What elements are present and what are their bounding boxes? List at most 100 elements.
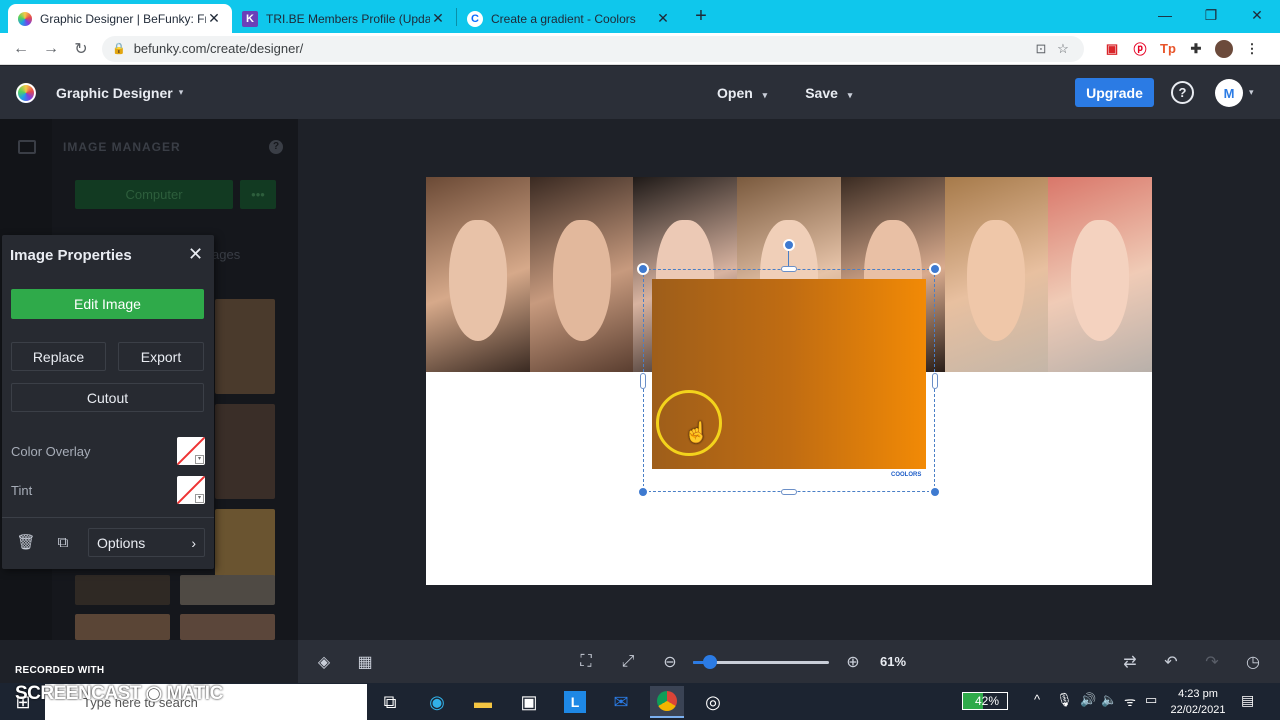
image-thumbnail[interactable] — [75, 614, 170, 640]
image-thumbnail[interactable] — [180, 614, 275, 640]
resize-handle-top[interactable] — [781, 266, 797, 272]
expand-icon[interactable]: ⤢ — [618, 652, 638, 672]
taskbar-clock[interactable]: 4:23 pm 22/02/2021 — [1167, 686, 1229, 718]
minimize-icon[interactable]: — — [1142, 0, 1188, 30]
help-icon[interactable]: ? — [269, 140, 283, 154]
dropdown-icon: ▾ — [195, 455, 204, 464]
new-tab-button[interactable]: + — [687, 3, 715, 31]
file-explorer-icon[interactable]: ▬ — [466, 686, 500, 718]
upgrade-button[interactable]: Upgrade — [1075, 78, 1154, 107]
pinterest-icon[interactable]: ⓟ — [1126, 36, 1154, 62]
undo-icon[interactable]: ↶ — [1161, 652, 1181, 672]
image-thumbnail[interactable] — [215, 299, 275, 394]
history-icon[interactable]: ◷ — [1243, 652, 1263, 672]
close-icon[interactable]: ✕ — [430, 10, 446, 27]
app-title[interactable]: Graphic Designer — [56, 85, 173, 101]
extension-red-icon[interactable]: ▣ — [1098, 36, 1126, 62]
fit-screen-icon[interactable]: ⛶ — [576, 652, 596, 672]
hand-cursor-icon: ☝ — [684, 422, 709, 444]
chevron-up-icon[interactable]: ^ — [1034, 692, 1040, 707]
resize-handle-bottom-left[interactable] — [637, 486, 649, 498]
image-manager-icon[interactable] — [18, 140, 36, 154]
extension-tp-icon[interactable]: Tp — [1154, 36, 1182, 62]
rotate-handle[interactable] — [783, 239, 795, 251]
layout-icon[interactable]: ▦ — [355, 652, 375, 672]
install-app-icon[interactable]: ⊡ — [1030, 41, 1052, 57]
microphone-icon[interactable]: 🎙 — [1056, 692, 1073, 708]
swap-icon[interactable]: ⇄ — [1120, 652, 1140, 672]
resize-handle-top-right[interactable] — [929, 263, 941, 275]
close-icon[interactable]: ✕ — [655, 10, 671, 27]
cutout-button[interactable]: Cutout — [11, 383, 204, 412]
close-icon[interactable]: ✕ — [188, 244, 203, 265]
zoom-in-icon[interactable]: ⊕ — [843, 652, 863, 672]
profile-avatar-icon[interactable] — [1210, 36, 1238, 62]
extensions-puzzle-icon[interactable]: ✚ — [1182, 36, 1210, 62]
panel-title: Image Properties — [10, 247, 132, 264]
zoom-value: 61% — [880, 654, 907, 669]
chevron-down-icon[interactable]: ▾ — [1249, 87, 1254, 98]
image-thumbnail[interactable] — [180, 575, 275, 605]
zoom-out-icon[interactable]: ⊖ — [660, 652, 680, 672]
back-arrow-icon[interactable]: ← — [6, 34, 36, 64]
reload-icon[interactable]: ↻ — [66, 34, 96, 64]
tab-title: Create a gradient - Coolors — [491, 11, 636, 26]
layers-icon[interactable]: ◈ — [314, 652, 334, 672]
edit-image-button[interactable]: Edit Image — [11, 289, 204, 319]
volume-icon[interactable]: 🔊 — [1080, 692, 1096, 708]
screencast-app-icon[interactable]: ◎ — [696, 686, 730, 718]
replace-button[interactable]: Replace — [11, 342, 106, 371]
open-menu[interactable]: Open ▾ — [717, 85, 767, 101]
menu-kebab-icon[interactable]: ⋮ — [1238, 36, 1266, 62]
resize-handle-left[interactable] — [640, 373, 646, 389]
save-menu[interactable]: Save ▾ — [805, 85, 852, 101]
chevron-down-icon[interactable]: ▾ — [179, 87, 184, 98]
resize-handle-bottom[interactable] — [781, 489, 797, 495]
bookmark-star-icon[interactable]: ☆ — [1052, 41, 1074, 57]
trash-icon[interactable]: 🗑 — [16, 532, 36, 552]
tint-swatch[interactable]: ▾ — [177, 476, 205, 504]
tab-befunky[interactable]: Graphic Designer | BeFunky: Free ✕ — [8, 4, 232, 33]
tab-kprofiles[interactable]: K TRI.BE Members Profile (Updated ✕ — [232, 4, 456, 33]
zoom-slider-knob[interactable] — [703, 655, 717, 669]
save-menu-label: Save — [805, 84, 838, 101]
edge-icon[interactable]: ◉ — [420, 686, 454, 718]
battery-indicator[interactable]: 42% — [962, 692, 1008, 710]
image-thumbnail[interactable] — [75, 575, 170, 605]
battery-icon[interactable]: ▭ — [1145, 692, 1157, 708]
tab-coolors[interactable]: C Create a gradient - Coolors ✕ — [457, 4, 681, 33]
close-icon[interactable]: ✕ — [206, 10, 222, 27]
export-button[interactable]: Export — [118, 342, 204, 371]
resize-handle-right[interactable] — [932, 373, 938, 389]
window-controls: — ❐ ✕ — [1142, 0, 1280, 30]
address-bar[interactable]: 🔒 befunky.com/create/designer/ ⊡ ☆ — [102, 35, 1084, 62]
options-button[interactable]: Options › — [88, 528, 205, 557]
notification-icon[interactable]: ▤ — [1241, 692, 1254, 709]
app-l-icon[interactable]: L — [558, 686, 592, 718]
chrome-icon[interactable] — [650, 686, 684, 718]
avatar[interactable]: M — [1215, 79, 1243, 107]
maximize-icon[interactable]: ❐ — [1188, 0, 1234, 30]
store-icon[interactable]: ▣ — [512, 686, 546, 718]
color-overlay-swatch[interactable]: ▾ — [177, 437, 205, 465]
resize-handle-bottom-right[interactable] — [929, 486, 941, 498]
image-thumbnail[interactable] — [215, 404, 275, 499]
task-view-icon[interactable]: ⧉ — [373, 686, 407, 718]
divider — [2, 517, 214, 518]
selection-frame[interactable] — [643, 269, 935, 492]
befunky-logo-icon[interactable] — [13, 79, 39, 106]
resize-handle-top-left[interactable] — [637, 263, 649, 275]
chevron-right-icon: › — [191, 534, 196, 551]
computer-upload-button[interactable]: Computer — [75, 180, 233, 209]
mail-icon[interactable]: ✉ — [604, 686, 638, 718]
redo-icon[interactable]: ↷ — [1202, 652, 1222, 672]
coolors-favicon-icon: C — [467, 10, 483, 27]
wifi-icon[interactable]: ᯤ — [1124, 692, 1136, 710]
forward-arrow-icon[interactable]: → — [36, 34, 66, 64]
close-window-icon[interactable]: ✕ — [1234, 0, 1280, 30]
more-sources-button[interactable]: ••• — [240, 180, 276, 209]
tint-label: Tint — [11, 483, 33, 498]
help-icon[interactable]: ? — [1171, 81, 1194, 104]
speaker-icon[interactable]: 🔈 — [1101, 692, 1117, 708]
duplicate-icon[interactable]: ⧉ — [53, 532, 73, 552]
